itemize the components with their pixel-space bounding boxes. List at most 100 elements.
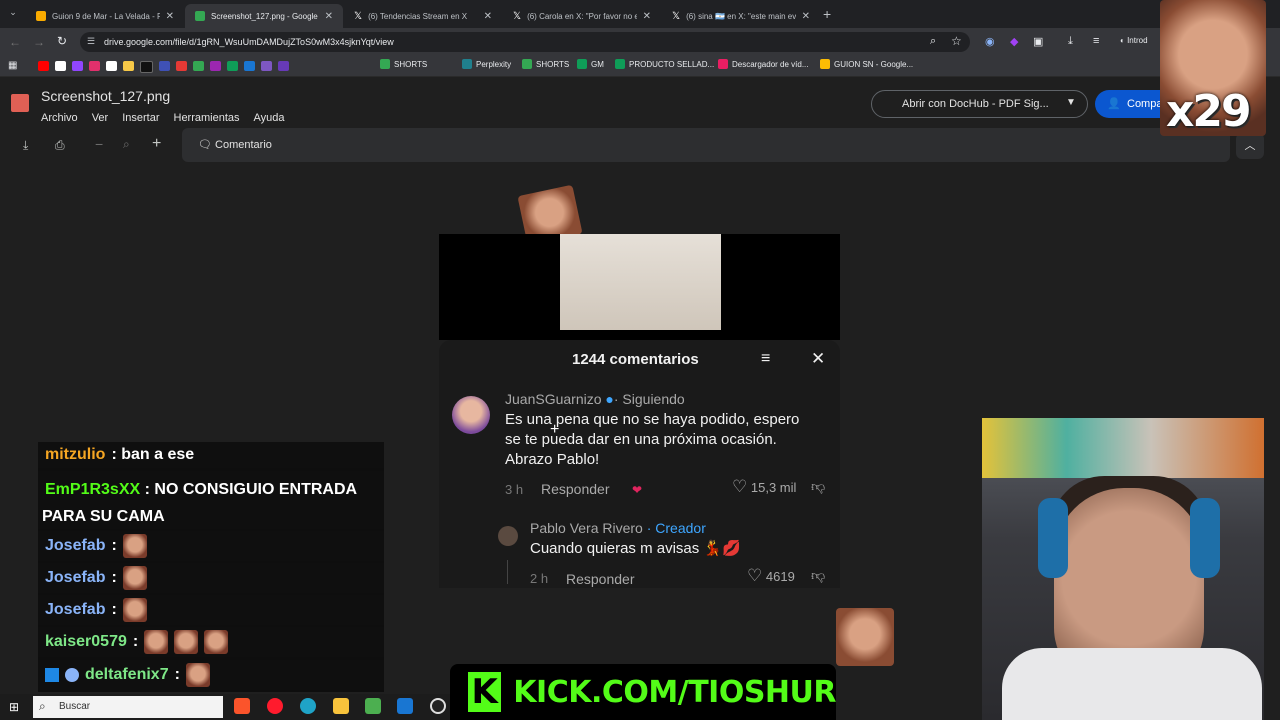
bookmark-perplexity[interactable]: Perplexity <box>462 59 511 69</box>
yellow-icon[interactable] <box>123 61 134 71</box>
site-info-icon[interactable]: ☰ <box>87 36 95 47</box>
bookmark-shorts[interactable]: SHORTS <box>380 59 427 69</box>
app-icon[interactable] <box>365 698 381 714</box>
tiktok-icon[interactable] <box>140 61 153 73</box>
sheets-icon <box>577 59 587 69</box>
meme-counter: x29 <box>1166 86 1252 137</box>
x-logo-icon[interactable] <box>55 61 66 71</box>
download-icon[interactable]: ⤓ <box>23 138 28 153</box>
twitch-icon[interactable] <box>72 61 83 71</box>
emote-icon <box>204 630 229 654</box>
drive-icon <box>195 11 205 21</box>
color-icon[interactable] <box>210 61 221 71</box>
perplexity-icon <box>462 59 472 69</box>
menu-bar: Archivo Ver Insertar Herramientas Ayuda <box>41 108 299 126</box>
color-icon[interactable] <box>176 61 187 71</box>
media-icon[interactable]: ≡ <box>1093 35 1099 47</box>
close-icon[interactable]: ✕ <box>325 11 333 22</box>
kick-url: KICK.COM/TIOSHUR <box>513 674 836 710</box>
extension-icon[interactable]: ◆ <box>1010 35 1018 48</box>
bookmark-gm[interactable]: GM <box>577 59 604 69</box>
forward-icon[interactable]: → <box>33 35 45 49</box>
close-icon[interactable]: ✕ <box>484 11 492 22</box>
back-icon[interactable]: ← <box>9 35 21 49</box>
chat-message: Josefab: <box>38 595 384 625</box>
menu-insertar[interactable]: Insertar <box>122 112 159 124</box>
tab-guion[interactable]: Guion 9 de Mar - La Velada - Pr ✕ <box>26 4 184 28</box>
like-button[interactable]: ♡ 15,3 mil <box>732 477 796 497</box>
profile-button[interactable]: ◐ Introd <box>1120 36 1148 45</box>
obs-icon[interactable] <box>430 698 446 714</box>
puzzle-icon[interactable]: ▣ <box>1033 35 1043 48</box>
dropdown-icon[interactable]: ▼ <box>1066 97 1076 108</box>
folder-icon[interactable] <box>333 698 349 714</box>
sheets-icon[interactable] <box>227 61 238 71</box>
kick-logo-icon: K <box>468 672 502 712</box>
tab-tendencias[interactable]: 𝕏 (6) Tendencias Stream en X ✕ <box>344 4 502 28</box>
tab-search-button[interactable]: ⌄ <box>6 7 20 21</box>
emote-icon <box>185 663 210 687</box>
app-icon[interactable] <box>397 698 413 714</box>
reload-icon[interactable]: ↻ <box>57 34 67 48</box>
address-bar[interactable]: drive.google.com/file/d/1gRN_WsuUmDAMDuj… <box>80 32 970 52</box>
dislike-icon[interactable]: 👎︎ <box>811 567 825 584</box>
tab-carola[interactable]: 𝕏 (6) Carola en X: "Por favor no e ✕ <box>503 4 661 28</box>
edge-icon[interactable] <box>300 698 316 714</box>
bookmark-shorts-2[interactable]: SHORTS <box>522 59 569 69</box>
taskbar-search[interactable]: Buscar <box>33 696 223 718</box>
extension-icon[interactable]: ◉ <box>985 35 995 48</box>
close-icon[interactable]: ✕ <box>802 11 810 22</box>
blue-icon[interactable] <box>159 61 170 71</box>
reply-author: Pablo Vera Rivero · Creador <box>530 520 706 536</box>
comment-button[interactable]: 🗨 Comentario <box>198 138 272 151</box>
tab-screenshot[interactable]: Screenshot_127.png - Google D ✕ <box>185 4 343 28</box>
download-site-icon <box>718 59 728 69</box>
tab-sina[interactable]: 𝕏 (6) sina 🇦🇷 en X: "este main eve ✕ <box>662 4 820 28</box>
open-with-button[interactable]: Abrir con DocHub - PDF Sig... <box>871 90 1088 118</box>
color-icon[interactable] <box>278 61 289 71</box>
cursor-icon: + <box>550 421 560 438</box>
tiktok-icon[interactable] <box>106 61 117 71</box>
close-icon[interactable]: ✕ <box>643 11 651 22</box>
chat-message: Josefab: <box>38 563 384 593</box>
download-icon[interactable]: ⤓ <box>1068 35 1073 48</box>
bookmark-producto[interactable]: PRODUCTO SELLAD... <box>615 59 714 69</box>
menu-ver[interactable]: Ver <box>92 112 109 124</box>
chat-message: EmP1R3sXX : NO CONSIGUIO ENTRADA PARA SU … <box>38 471 384 529</box>
zoom-in-icon[interactable]: + <box>152 135 161 153</box>
close-icon[interactable]: ✕ <box>166 11 174 22</box>
sort-icon[interactable]: ≡ <box>761 350 770 368</box>
reply-button[interactable]: Responder <box>541 481 610 497</box>
bookmark-descargador[interactable]: Descargador de víd... <box>718 59 808 69</box>
menu-archivo[interactable]: Archivo <box>41 112 78 124</box>
badge-icon <box>65 668 79 682</box>
zoom-icon[interactable]: ⌕ <box>123 137 130 152</box>
color-icon[interactable] <box>261 61 272 71</box>
apps-icon[interactable]: ▦ <box>8 60 17 71</box>
youtube-icon[interactable] <box>38 61 49 71</box>
new-tab-button[interactable]: + <box>823 6 831 22</box>
zoom-out-icon[interactable]: − <box>95 136 103 152</box>
avatar <box>452 396 490 434</box>
menu-ayuda[interactable]: Ayuda <box>254 112 285 124</box>
instagram-icon[interactable] <box>89 61 100 71</box>
emote-icon <box>174 630 199 654</box>
share-person-icon: 👤 <box>1107 98 1121 110</box>
badge-icon <box>45 668 59 682</box>
dislike-icon[interactable]: 👎︎ <box>811 478 825 495</box>
comment-author: JuanSGuarnizo ●· Siguiendo <box>505 391 685 407</box>
bookmark-guion[interactable]: GUION SN - Google... <box>820 59 913 69</box>
reply-button[interactable]: Responder <box>566 571 635 587</box>
zoom-icon[interactable]: ⌕ <box>930 35 936 48</box>
windows-start-icon[interactable]: ⊞ <box>9 700 19 714</box>
menu-herramientas[interactable]: Herramientas <box>174 112 240 124</box>
print-icon[interactable]: ⎙ <box>55 138 65 153</box>
star-icon[interactable]: ☆ <box>951 34 962 48</box>
like-button[interactable]: ♡ 4619 <box>747 566 795 586</box>
color-icon[interactable] <box>193 61 204 71</box>
close-icon[interactable]: ✕ <box>811 349 825 369</box>
brave-icon[interactable] <box>234 698 250 714</box>
color-icon[interactable] <box>244 61 255 71</box>
sheets-icon <box>615 59 625 69</box>
opera-icon[interactable] <box>267 698 283 714</box>
